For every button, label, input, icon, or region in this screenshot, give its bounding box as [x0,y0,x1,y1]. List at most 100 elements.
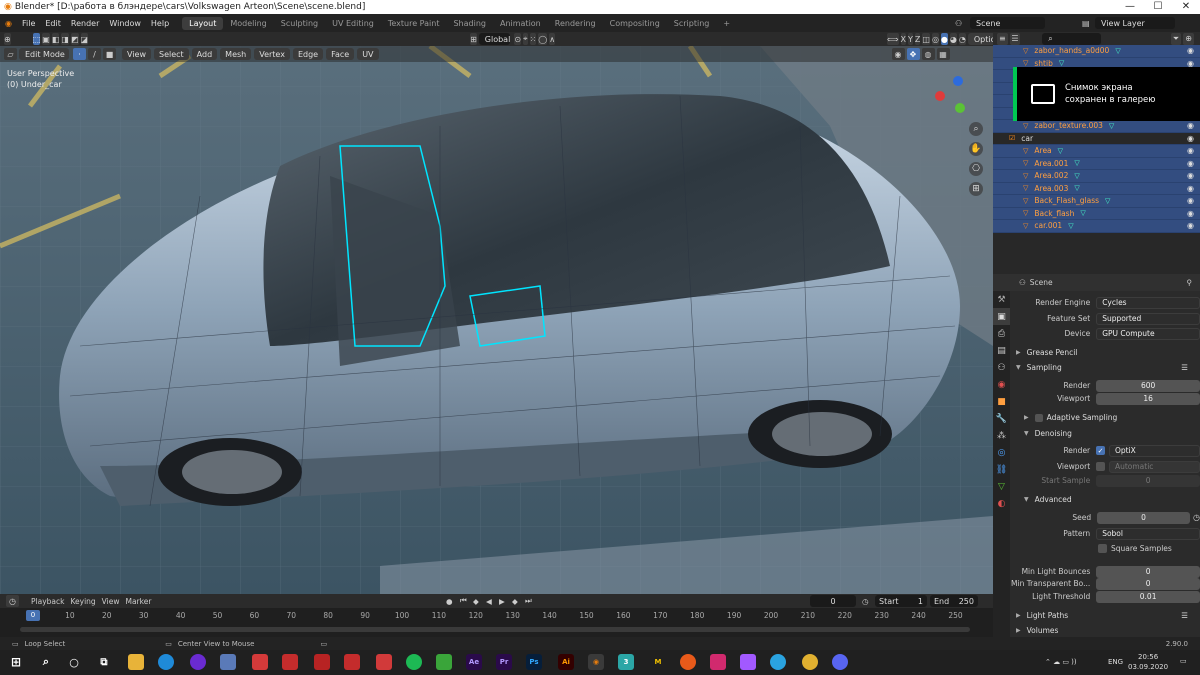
file-explorer-icon[interactable] [128,654,144,670]
discord-icon[interactable] [832,654,848,670]
app-cube-icon[interactable] [220,654,236,670]
tab-uv-editing[interactable]: UV Editing [325,17,381,30]
system-tray-icons[interactable]: ⌃ ☁ ▭ )) [1045,658,1077,666]
grease-pencil-panel[interactable]: ▶ Grease Pencil [1010,345,1200,360]
search-taskbar-icon[interactable]: ⌕ [38,654,54,670]
tab-scripting[interactable]: Scripting [667,17,717,30]
tab-modeling[interactable]: Modeling [223,17,273,30]
camera-view-icon[interactable]: ⎔ [969,162,983,176]
tab-texture-paint[interactable]: Texture Paint [381,17,447,30]
app-green-icon[interactable] [436,654,452,670]
mesh-data-icon[interactable]: ▽ [1109,122,1114,130]
menu-window[interactable]: Window [104,19,146,28]
mesh-data-icon[interactable]: ▽ [1080,209,1085,217]
mirror-icon[interactable]: ⟺ [887,33,899,45]
select-mode-extend-icon[interactable]: ◧ [51,33,60,45]
app-purple-icon[interactable] [190,654,206,670]
tab-layout[interactable]: Layout [182,16,224,30]
material-tab-icon[interactable]: ◐ [993,495,1010,512]
app-ruby-icon[interactable] [282,654,298,670]
menu-face[interactable]: Face [326,48,355,60]
blender-taskbar-icon[interactable]: ◉ [588,654,604,670]
menu-keying[interactable]: Keying [70,597,95,606]
mesh-data-icon[interactable]: ▽ [1068,222,1073,230]
axis-y-button[interactable]: Y [908,33,913,45]
particles-tab-icon[interactable]: ⁂ [993,427,1010,444]
snap-icon[interactable]: ⌖ [523,33,528,45]
viewport-denoiser-dropdown[interactable]: Automatic [1108,460,1200,473]
record-icon[interactable]: ● [446,597,453,606]
pattern-dropdown[interactable]: Sobol [1096,527,1200,540]
outliner-item[interactable]: ▽ Back_Flash_glass ▽ ◉ [993,195,1200,208]
sampling-panel[interactable]: ▼ Sampling ☰ [1010,360,1200,375]
app-orange-icon[interactable] [680,654,696,670]
visibility-eye-icon[interactable]: ◉ [1187,159,1194,168]
scene-tab-icon[interactable]: ⚇ [993,359,1010,376]
select-mode-new-icon[interactable]: ▣ [42,33,50,45]
clock-date[interactable]: 03.09.2020 [1128,663,1168,671]
mesh-data-icon[interactable]: ▽ [1115,47,1120,55]
clock-icon[interactable]: ◷ [862,597,869,606]
outliner-item[interactable]: ▽ zabor_texture.003 ▽ ◉ [993,120,1200,133]
prev-keyframe-icon[interactable]: ◆ [473,597,479,606]
app-red-4-icon[interactable] [376,654,392,670]
menu-playback[interactable]: Playback [31,597,64,606]
tab-shading[interactable]: Shading [446,17,493,30]
mesh-data-icon[interactable]: ▽ [1074,159,1079,167]
mesh-edit-overlays-icon[interactable]: ▦ [936,48,950,60]
tab-rendering[interactable]: Rendering [548,17,603,30]
outliner-editor-icon[interactable]: ≡ [997,32,1008,45]
world-tab-icon[interactable]: ◉ [993,376,1010,393]
modifier-tab-icon[interactable]: 🔧 [993,410,1010,427]
input-language[interactable]: ENG [1108,658,1123,666]
menu-add[interactable]: Add [191,48,218,60]
edge-browser-icon[interactable] [158,654,174,670]
tool-tab-icon[interactable]: ⚒ [993,291,1010,308]
volumes-panel[interactable]: ▶ Volumes [1010,623,1200,638]
outliner-item[interactable]: ▽ zabor_hands_a0d00 ▽ ◉ [993,45,1200,58]
task-view-icon[interactable]: ⧉ [96,654,112,670]
current-frame-field[interactable]: 0 [810,595,856,607]
app-pink-icon[interactable] [710,654,726,670]
timeline-editor-icon[interactable]: ◷ [6,595,19,607]
app-red-2-icon[interactable] [314,654,330,670]
render-samples-field[interactable]: 600 [1096,379,1200,392]
min-transparent-field[interactable]: 0 [1096,577,1200,590]
visibility-eye-icon[interactable]: ◉ [1187,171,1194,180]
feature-set-dropdown[interactable]: Supported [1096,312,1200,325]
menu-file[interactable]: File [17,19,40,28]
mode-dropdown[interactable]: Edit Mode [19,48,69,60]
denoiser-dropdown[interactable]: OptiX [1108,444,1200,457]
axis-z-button[interactable]: Z [914,33,921,45]
app-red-icon[interactable] [252,654,268,670]
overlays-icon[interactable]: ◍ [921,48,935,60]
axis-x-button[interactable]: X [900,33,906,45]
start-frame-field[interactable]: Start 1 [875,595,927,607]
visibility-eye-icon[interactable]: ◉ [1187,134,1194,143]
edge-select-icon[interactable]: / [88,48,101,60]
constraints-tab-icon[interactable]: ⛓ [993,461,1010,478]
photoshop-icon[interactable]: Ps [526,654,542,670]
chrome-icon[interactable] [802,654,818,670]
timeline-scrollbar[interactable] [20,627,970,632]
shading-material-icon[interactable]: ◕ [949,33,957,45]
physics-tab-icon[interactable]: ◎ [993,444,1010,461]
mesh-data-icon[interactable]: ▽ [1074,172,1079,180]
advanced-panel[interactable]: ▼ Advanced [1010,492,1200,507]
shading-solid-icon[interactable]: ● [940,33,948,45]
minimize-button[interactable]: — [1116,0,1144,14]
visibility-eye-icon[interactable]: ◉ [1187,196,1194,205]
denoise-viewport-checkbox[interactable] [1096,462,1105,471]
premiere-icon[interactable]: Pr [496,654,512,670]
menu-edge[interactable]: Edge [292,48,324,60]
transform-orientation-icon[interactable]: ⊞ [470,33,477,45]
outliner-item[interactable]: ▽ Back_flash ▽ ◉ [993,207,1200,220]
editor-type-icon[interactable]: ⊕ [4,33,11,45]
clock-time[interactable]: 20:56 [1138,653,1158,661]
pivot-icon[interactable]: ⊙ [514,33,522,45]
select-mode-subtract-icon[interactable]: ◨ [61,33,69,45]
menu-select[interactable]: Select [153,48,189,60]
tab-sculpting[interactable]: Sculpting [274,17,325,30]
end-frame-field[interactable]: End 250 [930,595,978,607]
app-red-3-icon[interactable] [344,654,360,670]
